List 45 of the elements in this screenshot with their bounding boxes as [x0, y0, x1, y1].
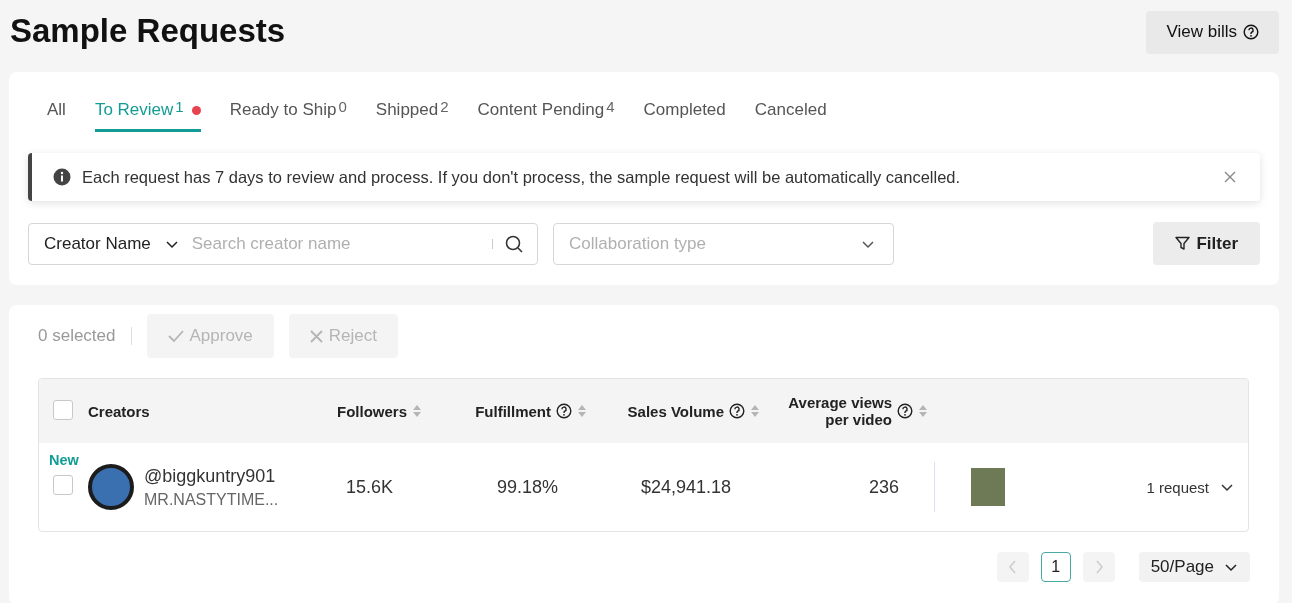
- close-icon: [309, 329, 323, 343]
- column-header: Sales Volume: [627, 402, 724, 420]
- table-cell-text: 99.18%: [495, 476, 559, 498]
- column-header: Average views per video: [787, 394, 892, 428]
- help-icon[interactable]: [556, 403, 572, 419]
- photo-placeholder: [971, 468, 1005, 506]
- field-selector[interactable]: Creator Name: [44, 233, 179, 254]
- column-header: Fulfillment: [475, 402, 551, 420]
- page-size-select[interactable]: 50/Page: [1138, 552, 1250, 582]
- tab[interactable]: Completed: [643, 92, 726, 132]
- sort-icon[interactable]: [918, 403, 928, 419]
- filter-button[interactable]: Filter: [1153, 222, 1260, 265]
- creator-name: MR.NASTYTIME...: [144, 490, 279, 509]
- sort-icon[interactable]: [412, 403, 422, 419]
- table-cell-text: 15.6K: [344, 476, 394, 498]
- chevron-left-icon: [1007, 560, 1018, 574]
- table-cell-text: $24,941.18: [639, 476, 732, 498]
- view-bills-button[interactable]: View bills: [1146, 10, 1279, 54]
- checkbox[interactable]: [53, 400, 73, 420]
- help-icon[interactable]: [897, 403, 913, 419]
- sort-icon[interactable]: [577, 403, 587, 419]
- request-count-toggle[interactable]: 1 request: [1146, 478, 1248, 496]
- sort-icon[interactable]: [750, 403, 760, 419]
- creator-handle[interactable]: @biggkuntry901: [144, 465, 279, 487]
- search-field[interactable]: Creator Name Search creator name: [28, 222, 538, 265]
- tab[interactable]: Canceled: [754, 92, 827, 132]
- close-icon[interactable]: [1224, 171, 1236, 183]
- chevron-right-icon: [1093, 560, 1104, 574]
- filter-icon: [1175, 236, 1191, 251]
- help-icon[interactable]: [729, 403, 745, 419]
- new-label: New: [49, 452, 79, 468]
- notice-text: Each request has 7 days to review and process. If you don't process, the sample request will be automatically cancelled.: [82, 167, 962, 187]
- checkbox[interactable]: [53, 475, 73, 495]
- page-button[interactable]: 1: [1040, 552, 1071, 582]
- column-header: Followers: [337, 402, 407, 420]
- search-icon[interactable]: [505, 234, 523, 253]
- avatar: [88, 464, 134, 510]
- column-header: Creators: [88, 402, 150, 420]
- selected-count: 0 selected: [38, 327, 132, 345]
- table-cell-text: 236: [867, 476, 900, 498]
- info-icon: [53, 168, 71, 186]
- page-title: Sample Requests: [9, 12, 286, 50]
- tab[interactable]: All: [47, 92, 66, 132]
- help-icon: [1243, 24, 1259, 40]
- check-icon: [167, 329, 184, 343]
